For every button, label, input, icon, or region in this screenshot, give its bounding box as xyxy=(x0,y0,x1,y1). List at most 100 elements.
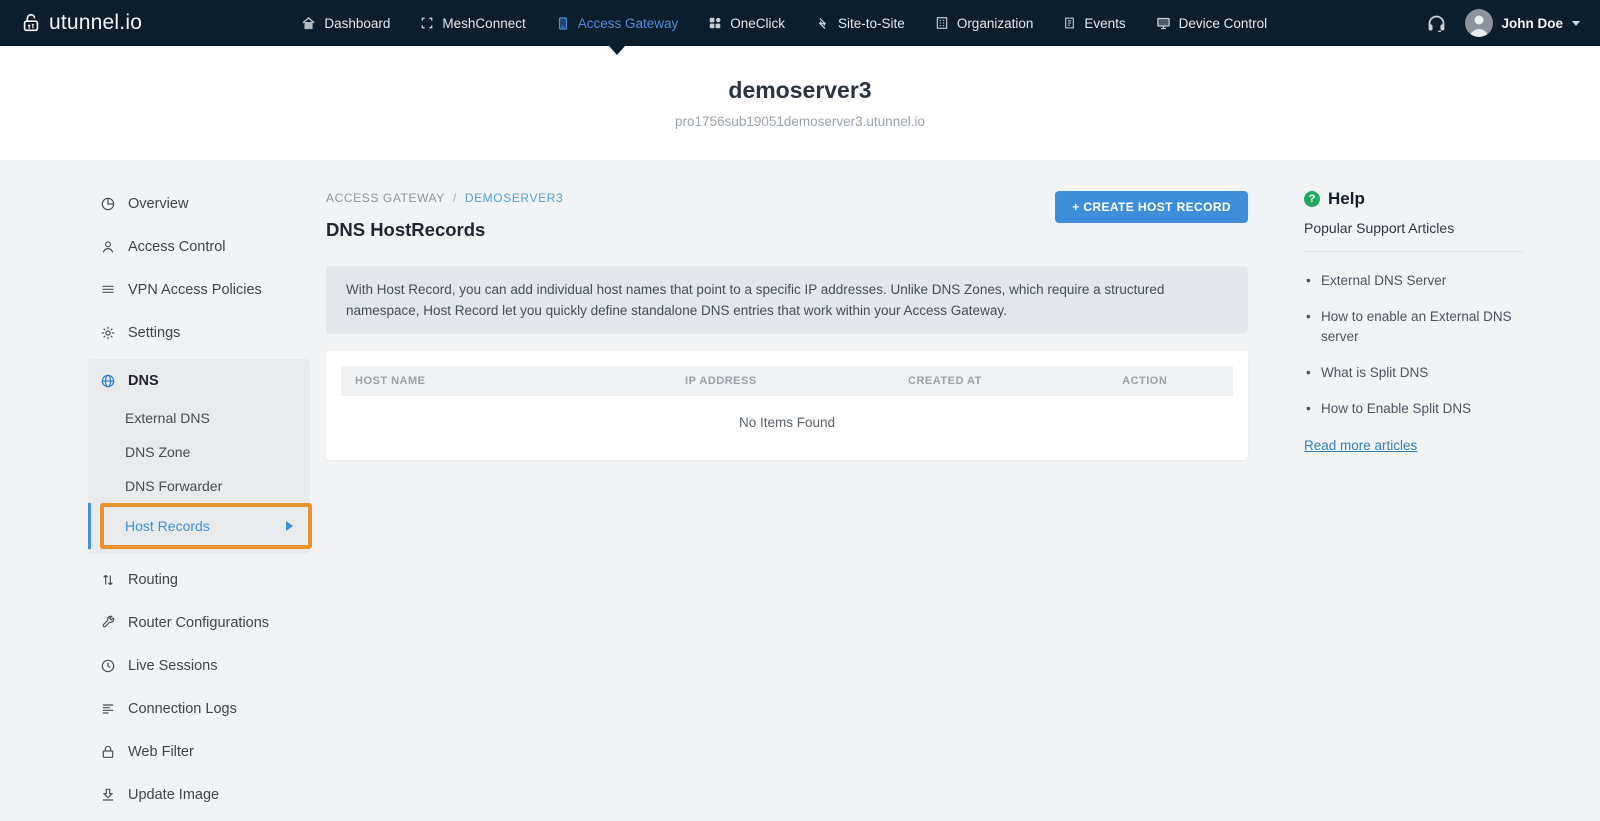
host-records-table: HOST NAME IP ADDRESS CREATED AT ACTION N… xyxy=(341,366,1233,460)
nav-item-label: Site-to-Site xyxy=(838,15,905,31)
gateway-icon xyxy=(558,16,567,30)
wrench-icon xyxy=(102,615,115,627)
breadcrumb-separator: / xyxy=(452,191,457,205)
sidebar-item-label: DNS xyxy=(128,373,159,389)
pie-chart-icon xyxy=(101,197,115,210)
server-title: demoserver3 xyxy=(728,77,872,103)
help-article-what-is-split-dns[interactable]: What is Split DNS xyxy=(1304,363,1524,383)
nav-item-site-to-site[interactable]: Site-to-Site xyxy=(800,0,920,46)
page-title: DNS HostRecords xyxy=(326,219,486,240)
nav-item-device-control[interactable]: Device Control xyxy=(1141,0,1283,46)
avatar-person-icon xyxy=(1469,15,1489,37)
sidebar-item-label: Host Records xyxy=(125,518,210,534)
help-article-enable-external-dns[interactable]: How to enable an External DNS server xyxy=(1304,307,1524,347)
table-header-row: HOST NAME IP ADDRESS CREATED AT ACTION xyxy=(341,366,1233,396)
sidebar-item-update-image[interactable]: Update Image xyxy=(88,773,310,816)
routing-arrows-icon xyxy=(103,574,113,585)
sidebar-item-label: Update Image xyxy=(128,786,220,803)
sidebar-item-connection-logs[interactable]: Connection Logs xyxy=(88,687,310,730)
sidebar-item-live-sessions[interactable]: Live Sessions xyxy=(88,644,310,687)
nav-item-label: Device Control xyxy=(1178,15,1268,31)
records-card: HOST NAME IP ADDRESS CREATED AT ACTION N… xyxy=(326,351,1248,460)
sidebar-item-label: Connection Logs xyxy=(128,700,237,717)
help-title-row: ? Help xyxy=(1304,189,1524,209)
sidebar-item-label: Routing xyxy=(128,571,178,588)
empty-state-text: No Items Found xyxy=(738,415,836,430)
nav-item-label: MeshConnect xyxy=(442,15,526,31)
lock-logo-icon xyxy=(23,13,39,32)
help-panel: ? Help Popular Support Articles External… xyxy=(1304,160,1524,455)
sidebar-item-router-configurations[interactable]: Router Configurations xyxy=(88,601,310,644)
breadcrumb-demoserver3[interactable]: DEMOSERVER3 xyxy=(465,191,563,205)
sidebar-item-routing[interactable]: Routing xyxy=(88,558,310,601)
sidebar-item-label: VPN Access Policies xyxy=(128,281,262,298)
nav-item-label: OneClick xyxy=(730,15,786,31)
server-header: demoserver3 pro1756sub19051demoserver3.u… xyxy=(0,46,1600,160)
nav-item-label: Events xyxy=(1084,15,1126,31)
breadcrumb-access-gateway[interactable]: ACCESS GATEWAY xyxy=(326,191,445,205)
sidebar-item-label: External DNS xyxy=(125,410,210,426)
question-circle-icon: ? xyxy=(1304,191,1320,207)
avatar xyxy=(1465,9,1494,37)
sidebar-item-access-control[interactable]: Access Control xyxy=(88,225,310,268)
nav-item-events[interactable]: Events xyxy=(1048,0,1140,46)
globe-icon xyxy=(101,374,115,388)
column-header-action: ACTION xyxy=(1108,366,1233,396)
sidebar-item-label: Settings xyxy=(128,324,181,341)
sidebar-item-label: DNS Forwarder xyxy=(125,478,223,494)
nav-item-organization[interactable]: Organization xyxy=(920,0,1049,46)
top-navbar: utunnel.io Dashboard MeshConnect Access … xyxy=(0,0,1600,46)
sidebar-dns-group: DNS External DNS DNS Zone DNS Forwarder … xyxy=(88,359,312,554)
nav-item-label: Organization xyxy=(956,15,1034,31)
nav-item-meshconnect[interactable]: MeshConnect xyxy=(405,0,540,46)
sidebar: Overview Access Control VPN Access Polic… xyxy=(88,160,312,816)
nav-item-access-gateway[interactable]: Access Gateway xyxy=(541,0,694,46)
sidebar-item-label: Router Configurations xyxy=(128,614,270,631)
list-bars-icon xyxy=(102,285,114,293)
brand-logo[interactable]: utunnel.io xyxy=(20,11,142,35)
column-header-host-name: HOST NAME xyxy=(341,366,672,396)
person-icon xyxy=(102,240,114,253)
chevron-down-icon xyxy=(1572,20,1580,26)
sidebar-item-label: Access Control xyxy=(128,238,226,255)
sidebar-item-external-dns[interactable]: External DNS xyxy=(88,401,310,435)
table-empty-row: No Items Found xyxy=(341,396,1233,460)
events-list-icon xyxy=(1065,17,1075,29)
sidebar-item-dns-zone[interactable]: DNS Zone xyxy=(88,435,310,469)
sidebar-item-web-filter[interactable]: Web Filter xyxy=(88,730,310,773)
headset-icon[interactable] xyxy=(1426,13,1447,34)
main-content: ACCESS GATEWAY / DEMOSERVER3 DNS HostRec… xyxy=(326,160,1248,460)
server-subdomain: pro1756sub19051demoserver3.utunnel.io xyxy=(675,114,925,129)
oneclick-grid-icon xyxy=(710,17,721,29)
nav-item-dashboard[interactable]: Dashboard xyxy=(286,0,405,46)
read-more-articles-link[interactable]: Read more articles xyxy=(1304,438,1417,453)
help-title: Help xyxy=(1328,189,1365,208)
nav-right-cluster: John Doe xyxy=(1426,9,1580,37)
user-menu[interactable]: John Doe xyxy=(1465,9,1580,37)
sidebar-item-dns-forwarder[interactable]: DNS Forwarder xyxy=(88,469,310,503)
building-icon xyxy=(936,17,948,29)
lock-icon xyxy=(102,745,114,758)
create-host-record-button[interactable]: + CREATE HOST RECORD xyxy=(1055,191,1248,223)
nav-item-label: Dashboard xyxy=(324,15,391,31)
help-subtitle: Popular Support Articles xyxy=(1304,220,1455,236)
log-lines-icon xyxy=(102,703,114,714)
main-header: ACCESS GATEWAY / DEMOSERVER3 DNS HostRec… xyxy=(326,191,1248,241)
sidebar-item-dns[interactable]: DNS xyxy=(88,361,310,401)
help-article-external-dns-server[interactable]: External DNS Server xyxy=(1304,271,1524,291)
sidebar-item-overview[interactable]: Overview xyxy=(88,182,310,225)
page-body: Overview Access Control VPN Access Polic… xyxy=(0,160,1600,816)
sidebar-item-label: Web Filter xyxy=(128,743,194,760)
sidebar-item-label: DNS Zone xyxy=(125,444,191,460)
mesh-icon xyxy=(422,17,433,29)
download-icon xyxy=(102,788,114,801)
nav-item-oneclick[interactable]: OneClick xyxy=(693,0,800,46)
sidebar-item-host-records[interactable]: Host Records xyxy=(88,503,312,549)
sidebar-item-settings[interactable]: Settings xyxy=(88,311,310,354)
help-article-enable-split-dns[interactable]: How to Enable Split DNS xyxy=(1304,399,1524,419)
sidebar-item-vpn-access-policies[interactable]: VPN Access Policies xyxy=(88,268,310,311)
sidebar-item-label: Live Sessions xyxy=(128,657,218,674)
submenu-arrow-icon xyxy=(286,521,293,531)
column-header-ip-address: IP ADDRESS xyxy=(671,366,895,396)
main-header-left: ACCESS GATEWAY / DEMOSERVER3 DNS HostRec… xyxy=(326,191,563,241)
